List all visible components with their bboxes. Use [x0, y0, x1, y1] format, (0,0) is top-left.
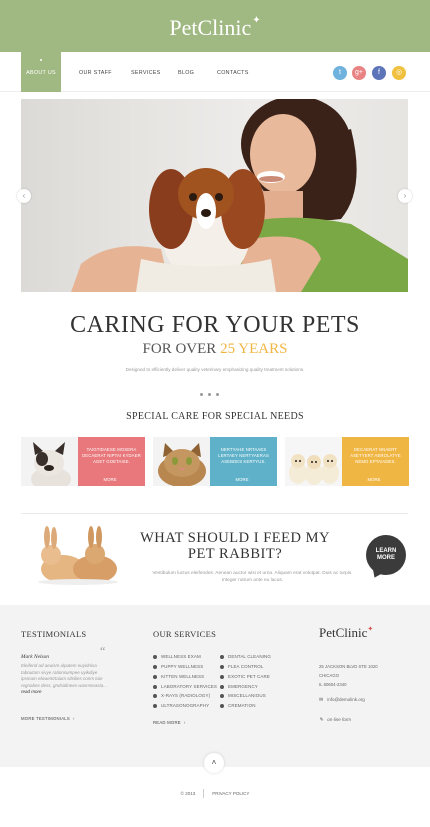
- edit-icon: ✎: [319, 717, 324, 723]
- care-card-puppies[interactable]: Decaerat nnaert asetyert aerolatye nemo …: [285, 437, 409, 486]
- slider-dot-2[interactable]: [208, 393, 211, 396]
- learn-more-button[interactable]: Learn more: [366, 535, 406, 575]
- service-item[interactable]: Puppy wellness: [153, 664, 203, 669]
- testimonials-title: TESTIMONIALS: [21, 629, 87, 639]
- service-item[interactable]: Ultrasonography: [153, 703, 209, 708]
- special-care-title: SPECIAL CARE FOR SPECIAL NEEDS: [126, 411, 304, 422]
- service-item[interactable]: Flea control: [220, 664, 263, 669]
- our-services-title: OUR SERVICES: [153, 629, 217, 639]
- copyright-bar: © 2013 Privacy policy: [0, 789, 430, 798]
- bulldog-photo: [21, 437, 78, 486]
- slider-next-button[interactable]: ›: [398, 189, 412, 203]
- hero-headline: CARING FOR YOUR PETS: [70, 312, 360, 338]
- feed-rabbit-description: Vestibulum luctus eleifendes. Aenean auc…: [152, 571, 353, 583]
- logo-mark-icon: ✦: [252, 15, 261, 26]
- service-item[interactable]: Wellness exam: [153, 654, 201, 659]
- top-banner: PetClinic✦: [0, 0, 430, 52]
- privacy-policy-link[interactable]: Privacy policy: [212, 791, 249, 796]
- logo-mark-icon: ✦: [367, 625, 374, 633]
- rss-icon[interactable]: ◎: [392, 66, 406, 80]
- care-card-dog[interactable]: Taigtidaese mosera decaerat niptai kydae…: [21, 437, 145, 486]
- testimonial-author: Mark Nelson: [21, 654, 49, 660]
- nav-item-about-us[interactable]: About us: [21, 52, 61, 92]
- more-testimonials-link[interactable]: More testimonials ›: [21, 716, 75, 721]
- quote-icon: “: [100, 644, 106, 658]
- nav-item-services[interactable]: Services: [131, 52, 161, 92]
- service-item[interactable]: Emergency: [220, 684, 258, 689]
- service-item[interactable]: Kitten wellness: [153, 674, 204, 679]
- years-highlight: 25 YEARS: [220, 341, 288, 357]
- service-item[interactable]: Laboratory services: [153, 684, 217, 689]
- slider-prev-button[interactable]: ‹: [17, 189, 31, 203]
- feed-rabbit-title: WHAT SHOULD I FEED MY PET RABBIT?: [140, 530, 330, 562]
- arrow-right-icon: ›: [72, 716, 75, 721]
- copyright-text: © 2013: [180, 791, 196, 796]
- arrow-right-icon: ›: [183, 720, 186, 725]
- testimonial-text: Eleifend ad aeuism ulputem euyidnisa tab…: [21, 663, 108, 694]
- footer-logo[interactable]: PetClinic✦: [319, 625, 373, 641]
- nav-item-blog[interactable]: Blog: [178, 52, 194, 92]
- address-line: IL 60604-2340: [319, 682, 347, 687]
- scroll-to-top-button[interactable]: ˄: [204, 753, 224, 773]
- care-card-cat[interactable]: Nertyahe nrtaaes lertaey nertyaeras aseb…: [153, 437, 277, 486]
- email-link[interactable]: ✉ info@demolink.org: [319, 697, 365, 703]
- nav-item-contacts[interactable]: Contacts: [217, 52, 249, 92]
- rabbits-photo: [33, 525, 123, 587]
- slider-dot-1[interactable]: [200, 393, 203, 396]
- nav-item-our-staff[interactable]: Our staff: [79, 52, 112, 92]
- address-line: 25 Jackson Blvd Ste 1020: [319, 664, 378, 669]
- cat-photo: [153, 437, 210, 486]
- services-read-more-link[interactable]: Read more ›: [153, 720, 185, 725]
- google-plus-icon[interactable]: g+: [352, 66, 366, 80]
- service-item[interactable]: Cremation: [220, 703, 256, 708]
- service-item[interactable]: Dental cleaning: [220, 654, 271, 659]
- puppies-photo: [285, 437, 342, 486]
- facebook-icon[interactable]: f: [372, 66, 386, 80]
- slider-dot-3[interactable]: [216, 393, 219, 396]
- twitter-icon[interactable]: t: [333, 66, 347, 80]
- address-line: Chicago: [319, 673, 340, 678]
- testimonial-read-more-link[interactable]: read more: [21, 689, 42, 694]
- hero-description: Designed to efficiently deliver quality …: [125, 367, 305, 372]
- woman-with-dog-photo: [71, 99, 408, 292]
- service-item[interactable]: Exotic pet care: [220, 674, 270, 679]
- slider-pagination: [200, 383, 224, 401]
- online-form-link[interactable]: ✎ on-line form: [319, 717, 351, 723]
- mail-icon: ✉: [319, 697, 324, 703]
- hero-subheadline: FOR OVER 25 YEARS: [142, 341, 288, 357]
- service-item[interactable]: X-rays (radiology): [153, 693, 210, 698]
- site-logo[interactable]: PetClinic✦: [0, 15, 430, 41]
- service-item[interactable]: Miscellanious: [220, 693, 266, 698]
- section-divider: [21, 513, 408, 514]
- hero-slide-image: [21, 99, 408, 292]
